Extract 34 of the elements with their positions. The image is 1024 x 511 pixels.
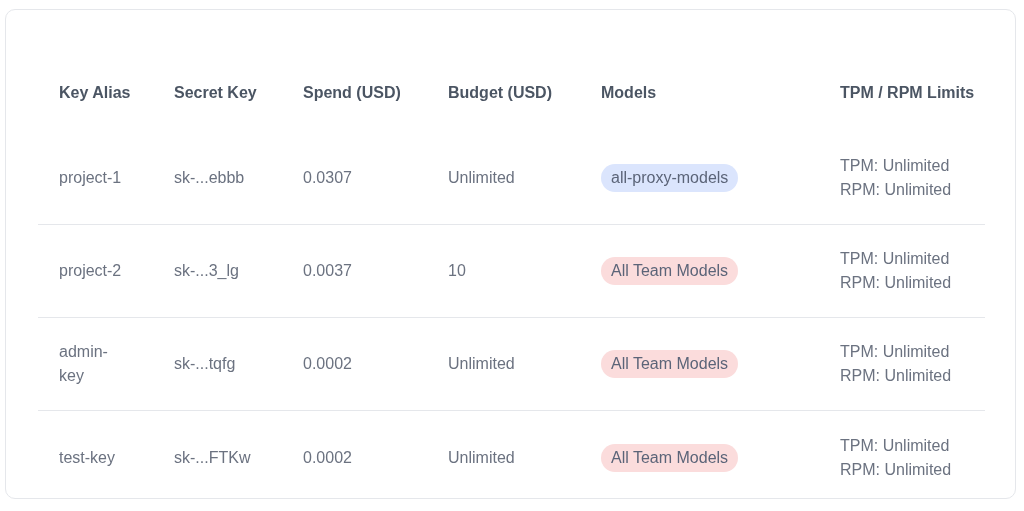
limit-text: RPM: Unlimited bbox=[840, 366, 953, 386]
table-cell-text: project-1 bbox=[59, 168, 123, 188]
column-header: Key Alias bbox=[59, 83, 132, 102]
table-cell-text: 0.0002 bbox=[303, 447, 353, 468]
table-cell-text: test-key bbox=[59, 447, 116, 468]
table-cell-text: sk-...tqfg bbox=[174, 354, 237, 374]
table-cell-text: sk-...3_lg bbox=[174, 261, 240, 281]
table-cell-text: project-2 bbox=[59, 261, 123, 281]
limit-text: TPM: Unlimited bbox=[840, 156, 951, 176]
limit-text: RPM: Unlimited bbox=[840, 459, 953, 480]
table-cell-text: sk-...ebbb bbox=[174, 168, 246, 188]
table-cell-text: 0.0037 bbox=[303, 261, 353, 281]
column-header: TPM / RPM Limits bbox=[840, 83, 976, 102]
table-cell-text: Unlimited bbox=[448, 447, 516, 468]
model-tag: All Team Models bbox=[601, 350, 739, 378]
limit-text: RPM: Unlimited bbox=[840, 180, 953, 200]
table-cell-text: sk-...FTKw bbox=[174, 447, 252, 468]
table-cell-text: 10 bbox=[448, 261, 467, 281]
limit-text: TPM: Unlimited bbox=[840, 435, 951, 456]
column-header: Secret Key bbox=[174, 83, 258, 102]
limit-text: TPM: Unlimited bbox=[840, 342, 951, 362]
model-tag: all-proxy-models bbox=[601, 164, 739, 192]
table-cell-text: admin-key bbox=[59, 342, 109, 386]
column-header: Spend (USD) bbox=[303, 83, 402, 102]
model-tag: All Team Models bbox=[601, 257, 739, 285]
table-cell-text: Unlimited bbox=[448, 354, 516, 374]
table-cell-text: 0.0307 bbox=[303, 168, 353, 188]
column-header: Models bbox=[601, 83, 658, 102]
column-header: Budget (USD) bbox=[448, 83, 553, 102]
limit-text: TPM: Unlimited bbox=[840, 249, 951, 269]
model-tag: All Team Models bbox=[601, 443, 739, 472]
table-cell-text: 0.0002 bbox=[303, 354, 353, 374]
limit-text: RPM: Unlimited bbox=[840, 273, 953, 293]
table-cell-text: Unlimited bbox=[448, 168, 516, 188]
